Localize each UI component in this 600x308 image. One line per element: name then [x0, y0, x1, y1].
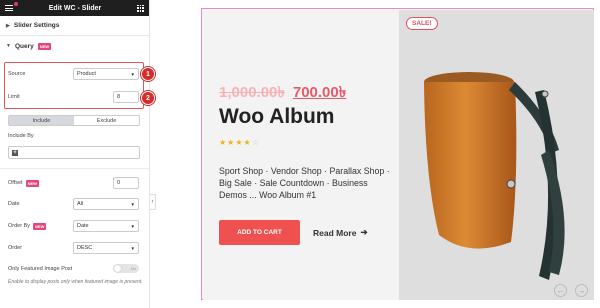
widgets-grid-icon[interactable]: [137, 4, 144, 12]
include-by-row: Include By: [8, 133, 139, 139]
sale-badge: SALE!: [406, 17, 438, 30]
price-group: 1,000.00৳ 700.00৳: [219, 81, 346, 106]
product-description: Sport Shop · Vendor Shop · Parallax Shop…: [219, 166, 390, 200]
tab-include[interactable]: Include: [9, 116, 74, 125]
include-by-field[interactable]: +: [8, 146, 140, 159]
limit-row: Limit 8: [8, 91, 139, 103]
panel-header: Edit WC - Slider: [0, 0, 149, 16]
offset-row: Offset NEW 0: [8, 177, 139, 189]
bucket-bag-illustration: [424, 72, 565, 280]
order-by-select[interactable]: Date ▼: [73, 220, 139, 232]
featured-note: Enable to display posts only when featur…: [8, 279, 143, 285]
hamburger-menu-icon[interactable]: [5, 5, 13, 11]
slide-content: 1,000.00৳ 700.00৳ Woo Album ★★★★☆ Sport …: [203, 10, 399, 300]
chevron-down-icon: ▼: [130, 201, 135, 207]
new-price: 700.00৳: [292, 84, 347, 101]
featured-label: Only Featured Image Post: [8, 265, 73, 272]
featured-toggle[interactable]: No: [113, 264, 139, 273]
read-more-link[interactable]: Read More ➔: [313, 227, 368, 238]
order-by-row: Order By NEW Date ▼: [8, 220, 139, 232]
product-slide: 1,000.00৳ 700.00৳ Woo Album ★★★★☆ Sport …: [201, 8, 594, 300]
editor-panel: Edit WC - Slider ▶ Slider Settings ▼ Que…: [0, 0, 155, 308]
featured-toggle-text: No: [130, 266, 136, 271]
source-row: Source Product ▼: [8, 68, 139, 80]
date-select[interactable]: All ▼: [73, 198, 139, 210]
section-slider-settings[interactable]: ▶ Slider Settings: [0, 16, 149, 36]
caret-right-icon: ▶: [6, 22, 10, 29]
preview-area: 1,000.00৳ 700.00৳ Woo Album ★★★★☆ Sport …: [156, 0, 600, 308]
new-badge: NEW: [33, 222, 47, 230]
date-label: Date: [8, 201, 20, 207]
order-by-label: Order By: [8, 223, 31, 229]
order-value: DESC: [77, 245, 93, 251]
star-filled-icon: ★: [243, 138, 252, 147]
arrow-right-icon: ➔: [360, 227, 368, 237]
section-query-label: Query: [14, 42, 34, 50]
order-select[interactable]: DESC ▼: [73, 242, 139, 254]
source-label: Source: [8, 71, 26, 77]
date-value: All: [77, 201, 84, 207]
new-badge: NEW: [25, 179, 39, 187]
slider-next-button[interactable]: →: [575, 284, 588, 297]
offset-label-group: Offset NEW: [8, 179, 39, 187]
new-badge: NEW: [37, 42, 52, 50]
order-by-value: Date: [77, 223, 89, 229]
annotation-marker-1: 1: [141, 67, 155, 81]
notification-dot-icon: [14, 2, 18, 6]
featured-row: Only Featured Image Post No: [8, 264, 139, 273]
read-more-label: Read More: [313, 227, 357, 238]
plus-icon[interactable]: +: [12, 150, 18, 156]
rating-stars: ★★★★☆: [219, 138, 260, 147]
offset-label: Offset: [8, 180, 23, 186]
include-by-label: Include By: [8, 133, 34, 139]
section-slider-settings-label: Slider Settings: [13, 22, 60, 29]
old-price: 1,000.00৳: [219, 84, 285, 101]
product-image: [399, 10, 594, 300]
annotation-marker-2: 2: [141, 91, 155, 105]
source-value: Product: [77, 71, 96, 77]
offset-input[interactable]: 0: [113, 177, 139, 189]
section-query[interactable]: ▼ Query NEW: [0, 36, 149, 56]
include-exclude-tabs: Include Exclude: [8, 115, 140, 126]
star-filled-icon: ★: [235, 138, 244, 147]
chevron-down-icon: ▼: [130, 223, 135, 229]
star-empty-icon: ☆: [251, 138, 260, 147]
tab-exclude[interactable]: Exclude: [74, 116, 139, 125]
order-row: Order DESC ▼: [8, 242, 139, 254]
star-filled-icon: ★: [219, 138, 228, 147]
slider-prev-button[interactable]: ←: [554, 284, 567, 297]
chevron-down-icon: ▼: [130, 71, 135, 77]
order-label: Order: [8, 245, 23, 251]
panel-title: Edit WC - Slider: [48, 4, 102, 12]
limit-label: Limit: [8, 94, 20, 100]
product-name[interactable]: Woo Album: [219, 105, 334, 129]
editor-page: Edit WC - Slider ▶ Slider Settings ▼ Que…: [0, 0, 600, 308]
limit-input[interactable]: 8: [113, 91, 139, 103]
order-by-label-group: Order By NEW: [8, 222, 47, 230]
chevron-down-icon: ▼: [130, 245, 135, 251]
add-to-cart-button[interactable]: ADD TO CART: [219, 220, 300, 245]
date-row: Date All ▼: [8, 198, 139, 210]
caret-down-icon: ▼: [6, 43, 11, 49]
divider: [0, 168, 149, 169]
source-select[interactable]: Product ▼: [73, 68, 139, 80]
